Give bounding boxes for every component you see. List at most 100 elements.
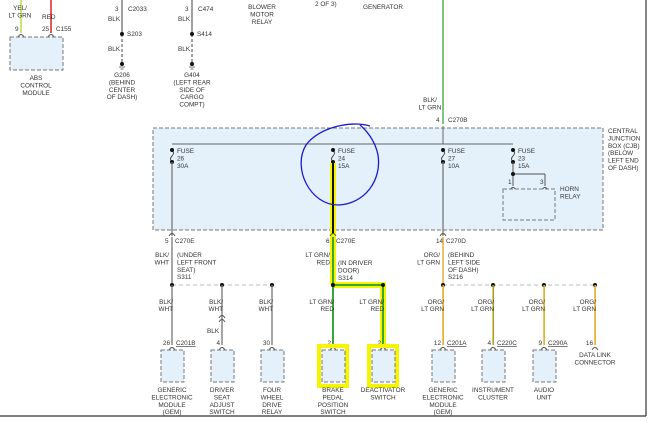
cjb-label: JUNCTION [608, 135, 641, 142]
ground-label: (BEHIND [109, 79, 136, 86]
fuse-label: FUSE [448, 148, 465, 155]
wire-color-label: ORG/ [529, 299, 546, 306]
wire-color-label: RED [42, 14, 56, 21]
fuse-terminal [331, 148, 335, 152]
wire-color-label: LT GRN [421, 306, 444, 313]
wire-ltgrn-red [333, 284, 384, 345]
component-box [532, 349, 557, 383]
cjb-label: CENTRAL [608, 128, 638, 135]
wire-color-label: LT GRN [573, 306, 596, 313]
component-box [260, 349, 285, 383]
connector-id: C155 [56, 26, 72, 33]
wire-color-label: LT GRN [417, 259, 440, 266]
fuse-label: 26 [177, 155, 185, 162]
wire-color-label: LT GRN [419, 104, 442, 111]
component-label: SEAT [214, 394, 230, 401]
fuse-label: 27 [448, 155, 456, 162]
wire-color-label: ORG/ [428, 299, 445, 306]
wire-color-label: LT GRN [522, 306, 545, 313]
ground-label: G206 [114, 72, 130, 79]
pin-number: 25 [42, 26, 50, 33]
connector-id: C270E [336, 238, 356, 245]
component-label: RELAY [262, 409, 283, 416]
component-label: BLOWER [248, 4, 276, 11]
pin-number: 1 [508, 179, 512, 186]
wire-color-label: BLK/ [209, 299, 223, 306]
splice-note: LEFT FRONT [177, 259, 216, 266]
component-label: MODULE [158, 402, 185, 409]
component-label: MOTOR [250, 11, 274, 18]
component-label: WHEEL [261, 394, 284, 401]
component-label: GENERIC [157, 387, 187, 394]
fuse-terminal [170, 148, 174, 152]
ground-label: G404 [184, 72, 200, 79]
pin-number: 4 [216, 340, 220, 347]
fuse-terminal [441, 148, 445, 152]
pin-number: 4 [436, 117, 440, 124]
fuse-label: 15A [518, 163, 530, 170]
fuse-label: 24 [338, 155, 346, 162]
wire-color-label: RED [371, 306, 385, 313]
component-label: SWITCH [370, 394, 396, 401]
wire-color-label: LT GRN/ [359, 299, 384, 306]
ground-dot [190, 62, 194, 66]
splice-dot [331, 283, 335, 287]
component-box [481, 349, 506, 383]
component-label: UNIT [537, 394, 552, 401]
component-label: AUDIO [534, 387, 554, 394]
connector-id: C201B [176, 340, 196, 347]
wire-color-label: WHT [158, 306, 173, 313]
component-label: SWITCH [209, 409, 235, 416]
wire-color-label: BLK [108, 16, 121, 23]
pin-number: 9 [538, 340, 542, 347]
wire-color-label: LT GRN/ [305, 252, 330, 259]
wire-color-label: WHT [208, 306, 223, 313]
component-label: CLUSTER [478, 394, 508, 401]
component-box [371, 349, 396, 383]
component-label: INSTRUMENT [472, 387, 514, 394]
component-label: DEACTIVATOR [361, 387, 406, 394]
fuse-label: 10A [448, 163, 460, 170]
splice-note: S311 [177, 274, 192, 281]
component-label: CONNECTOR [574, 359, 615, 366]
splice-note: (IN DRIVER [338, 260, 373, 267]
abs-control-module [9, 36, 64, 71]
ground-dot [120, 62, 124, 66]
cjb-label: OF DASH) [608, 165, 639, 172]
component-label: RELAY [560, 193, 581, 200]
component-box [321, 349, 346, 383]
pin-number: 3 [115, 6, 119, 13]
component-label: DRIVE [262, 402, 282, 409]
ground-label: CARGO [180, 94, 203, 101]
component-label: GENERATOR [363, 4, 403, 11]
component-box [431, 349, 456, 383]
cjb-label: LEFT END [608, 158, 639, 165]
wire-color-label: ORG/ [424, 252, 441, 259]
page-reference: 2 OF 3) [315, 1, 337, 8]
splice-dot [511, 172, 515, 176]
component-label: MODULE [22, 90, 49, 97]
wire-color-label: BLK/ [259, 299, 273, 306]
pin-number: 3 [185, 6, 189, 13]
connector-id: C474 [198, 6, 214, 13]
splice-note: S216 [448, 274, 463, 281]
component-label: BRAKE [322, 387, 344, 394]
fuse-label: 23 [518, 155, 526, 162]
cjb-label: (BELOW [608, 150, 634, 157]
component-label: FOUR [263, 387, 281, 394]
component-label: GENERIC [428, 387, 458, 394]
wire-color-label: RED [317, 259, 331, 266]
wire-color-label: RED [321, 306, 335, 313]
component-box [160, 349, 185, 383]
component-label: HORN [560, 186, 579, 193]
component-label: (GEM) [163, 409, 182, 416]
splice-note: (UNDER [177, 252, 202, 259]
connector-id: C270E [175, 238, 195, 245]
wire-color-label: ORG/ [478, 299, 495, 306]
connector-id: C290A [548, 340, 568, 347]
ground-label: COMPT) [179, 102, 204, 109]
splice-note: OF DASH) [448, 267, 479, 274]
splice-note: S314 [338, 275, 353, 282]
fuse-label: FUSE [177, 148, 194, 155]
horn-relay [502, 188, 556, 221]
